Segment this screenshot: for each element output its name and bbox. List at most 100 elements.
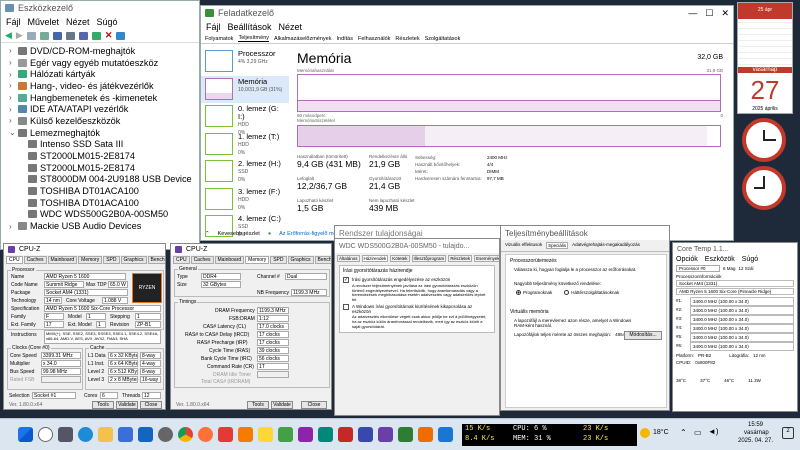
processor-select[interactable]: Processor #0	[676, 265, 720, 272]
task-view-icon[interactable]	[58, 427, 73, 442]
tm-menu-options[interactable]: Beállítások	[228, 22, 272, 32]
device-tree-item[interactable]: › Külső kezelőeszközök	[1, 115, 199, 127]
drive-properties-tab[interactable]: Kötetek	[390, 255, 410, 262]
update-driver-icon[interactable]	[39, 31, 49, 40]
ct-menu-options[interactable]: Opciók	[676, 256, 698, 263]
task-manager-window[interactable]: Feladatkezelő — ☐ ✕ Fájl Beállítások Néz…	[200, 5, 734, 241]
app-icon-3[interactable]	[318, 427, 333, 442]
drive-properties-tab[interactable]: Illesztőprogram	[411, 255, 447, 262]
close-icon[interactable]: ✕	[721, 8, 729, 19]
close-button-2[interactable]: Close	[301, 401, 327, 409]
tm-sidebar-item[interactable]: 0. lemez (G: I:) HDD 0%	[201, 103, 289, 136]
ct-menu-tools[interactable]: Eszközök	[705, 256, 735, 263]
disable-flush-checkbox[interactable]	[343, 304, 349, 311]
dm-menu-action[interactable]: Művelet	[28, 17, 60, 27]
device-tree-item[interactable]: › Egér vagy egyéb mutatóeszköz	[1, 57, 199, 69]
validate-button[interactable]: Validate	[116, 401, 138, 409]
tree-expander-icon[interactable]: ›	[9, 58, 15, 67]
tree-expander-icon[interactable]: ›	[9, 70, 15, 79]
cpuz-tab[interactable]: CPU	[6, 256, 23, 264]
device-tree-item[interactable]: Intenso SSD Sata III	[1, 139, 199, 151]
cpuz-tab[interactable]: CPU	[173, 256, 190, 264]
dm-menu-help[interactable]: Súgó	[97, 17, 118, 27]
task-manager-titlebar[interactable]: Feladatkezelő — ☐ ✕	[201, 6, 733, 20]
drive-properties-tab[interactable]: Események	[474, 255, 499, 262]
file-explorer-icon[interactable]	[98, 427, 113, 442]
socket-select[interactable]: Socket #1	[32, 392, 76, 399]
tm-menu-file[interactable]: Fájl	[206, 22, 221, 32]
tm-tab[interactable]: Felhasználók	[358, 36, 390, 42]
download-icon[interactable]	[116, 31, 126, 40]
network-icon[interactable]: ▭	[694, 428, 702, 437]
cpuz-tab[interactable]: SPD	[103, 256, 120, 264]
app-icon-6[interactable]	[398, 427, 413, 442]
cpuz-tab[interactable]: Memory	[245, 256, 270, 264]
app-icon-1[interactable]	[278, 427, 293, 442]
back-icon[interactable]: ◀	[5, 30, 12, 41]
close-button[interactable]: Close	[140, 401, 162, 409]
tm-tab[interactable]: Szolgáltatások	[425, 36, 461, 42]
tm-menu-view[interactable]: Nézet	[279, 22, 303, 32]
programs-radio[interactable]: Programoknak	[516, 290, 552, 295]
performance-tab[interactable]: Vizuális effektusok	[504, 242, 543, 249]
notification-icon[interactable]: 2	[782, 427, 794, 439]
performance-tab[interactable]: Speciális	[546, 242, 569, 249]
drive-properties-tab[interactable]: Házirendek	[361, 255, 389, 262]
app-icon-2[interactable]	[298, 427, 313, 442]
monitor-icon[interactable]	[78, 31, 88, 40]
cpuz-memory-window[interactable]: CPU-Z CPU Caches Mainboard Memory SPD Graphic…	[170, 243, 332, 410]
device-tree-item[interactable]: WDC WDS500G2B0A-00SM50	[1, 209, 199, 221]
tree-expander-icon[interactable]: ›	[9, 46, 15, 55]
device-tree-item[interactable]: TOSHIBA DT01ACA100	[1, 185, 199, 197]
tools-button-2[interactable]: Tools	[247, 401, 269, 409]
device-tree-item[interactable]: › DVD/CD-ROM-meghajtók	[1, 45, 199, 57]
tm-sidebar-item[interactable]: 2. lemez (H:) SSD 0%	[201, 158, 289, 186]
core-temp-titlebar[interactable]: Core Temp 1.1...	[673, 243, 797, 255]
add-driver-icon[interactable]	[91, 31, 101, 40]
mail-icon[interactable]	[138, 427, 153, 442]
cpuz-taskbar-icon[interactable]	[378, 427, 393, 442]
music-app-icon[interactable]	[218, 427, 233, 442]
remove-device-icon[interactable]: ✕	[105, 30, 113, 41]
device-tree-item[interactable]: › Hálózati kártyák	[1, 68, 199, 80]
enable-write-cache-checkbox[interactable]: ✓	[343, 277, 349, 283]
dm-menu-file[interactable]: Fájl	[6, 17, 21, 27]
store-icon[interactable]	[118, 427, 133, 442]
performance-tab[interactable]: Adatvégrehajtás-megakadályozás	[571, 242, 641, 249]
tree-expander-icon[interactable]: ›	[9, 81, 15, 90]
device-tree-item[interactable]: TOSHIBA DT01ACA100	[1, 197, 199, 209]
drive-properties-titlebar[interactable]: WDC WDS500G2B0A-00SM50 - tulajdo...	[335, 239, 499, 253]
cpuz-tab[interactable]: Mainboard	[214, 256, 245, 264]
cpuz-tab[interactable]: Mainboard	[47, 256, 78, 264]
drive-properties-tab[interactable]: Általános	[337, 255, 360, 262]
core-temp-window[interactable]: Core Temp 1.1... Opciók Eszközök Súgó Pr…	[672, 242, 798, 412]
settings-icon[interactable]	[158, 427, 173, 442]
cpuz-tab[interactable]: Caches	[23, 256, 47, 264]
tree-expander-icon[interactable]: ›	[9, 222, 15, 231]
tm-sidebar-item[interactable]: Memória 10,0/31,9 GB (31%)	[201, 75, 289, 103]
maximize-icon[interactable]: ☐	[705, 8, 713, 19]
scan-icon[interactable]	[65, 31, 75, 40]
performance-options-titlebar[interactable]: Teljesítménybeállítások	[501, 226, 669, 240]
validate-button-2[interactable]: Validate	[271, 401, 293, 409]
minimize-icon[interactable]: —	[688, 8, 697, 19]
clock-gadget-1[interactable]	[742, 118, 786, 162]
cpuz-tab[interactable]: Memory	[78, 256, 103, 264]
properties-icon[interactable]	[26, 31, 36, 40]
tree-expander-icon[interactable]: ›	[9, 105, 15, 114]
background-radio[interactable]: Háttérszolgáltatásoknak	[564, 290, 619, 295]
app-icon-7[interactable]	[418, 427, 433, 442]
chrome-icon[interactable]	[178, 427, 193, 442]
tm-tab[interactable]: Indítás	[336, 36, 353, 42]
tree-expander-icon[interactable]: ›	[9, 116, 15, 125]
tray-time[interactable]: 15:59	[748, 422, 763, 428]
tm-sidebar-item[interactable]: Processzor 4% 3,29 GHz	[201, 48, 289, 76]
ct-menu-help[interactable]: Súgó	[742, 256, 758, 263]
calendar-gadget[interactable]: 25 ápr vasárnap 27 2025 április	[737, 2, 793, 114]
drive-properties-window[interactable]: WDC WDS500G2B0A-00SM50 - tulajdo... Álta…	[334, 238, 500, 416]
performance-options-window[interactable]: Teljesítménybeállítások Vizuális effektu…	[500, 225, 670, 411]
tree-expander-icon[interactable]: ⌄	[9, 128, 16, 137]
forward-icon[interactable]: ▶	[16, 30, 23, 41]
help-icon[interactable]	[52, 31, 62, 40]
device-tree-item[interactable]: ⌄ Lemezmeghajtók	[1, 127, 199, 139]
